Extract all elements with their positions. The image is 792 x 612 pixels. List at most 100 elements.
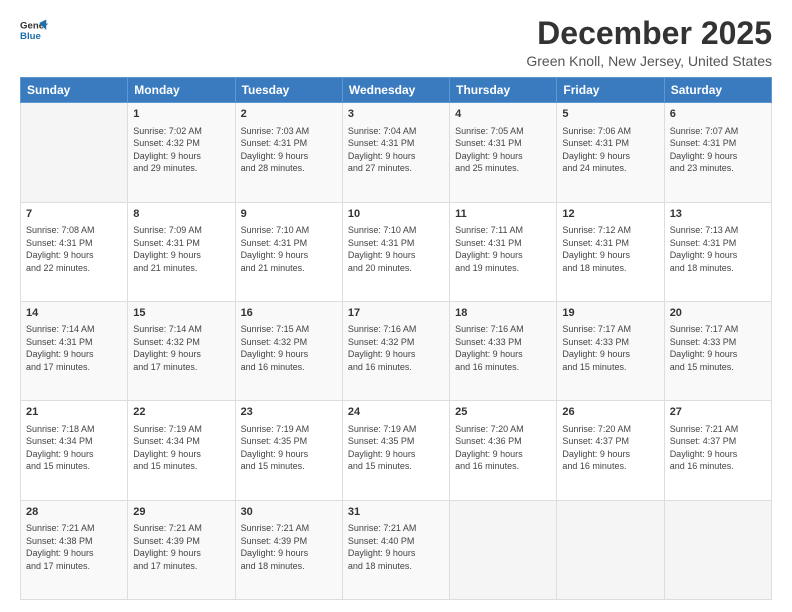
- col-friday: Friday: [557, 78, 664, 103]
- table-row: 19 Sunrise: 7:17 AM Sunset: 4:33 PM Dayli…: [557, 301, 664, 400]
- day-info: Sunrise: 7:11 AM Sunset: 4:31 PM Dayligh…: [455, 224, 551, 274]
- day-info: Sunrise: 7:08 AM Sunset: 4:31 PM Dayligh…: [26, 224, 122, 274]
- day-info: Sunrise: 7:15 AM Sunset: 4:32 PM Dayligh…: [241, 323, 337, 373]
- day-number: 16: [241, 306, 337, 321]
- table-row: 7 Sunrise: 7:08 AM Sunset: 4:31 PM Daylig…: [21, 202, 128, 301]
- day-number: 20: [670, 306, 766, 321]
- day-info: Sunrise: 7:21 AM Sunset: 4:39 PM Dayligh…: [241, 522, 337, 572]
- day-number: 13: [670, 207, 766, 222]
- week-row-1: 7 Sunrise: 7:08 AM Sunset: 4:31 PM Daylig…: [21, 202, 772, 301]
- day-number: 19: [562, 306, 658, 321]
- day-number: 27: [670, 405, 766, 420]
- table-row: 16 Sunrise: 7:15 AM Sunset: 4:32 PM Dayli…: [235, 301, 342, 400]
- day-info: Sunrise: 7:04 AM Sunset: 4:31 PM Dayligh…: [348, 125, 444, 175]
- day-info: Sunrise: 7:21 AM Sunset: 4:38 PM Dayligh…: [26, 522, 122, 572]
- day-info: Sunrise: 7:16 AM Sunset: 4:33 PM Dayligh…: [455, 323, 551, 373]
- day-info: Sunrise: 7:18 AM Sunset: 4:34 PM Dayligh…: [26, 423, 122, 473]
- day-number: 29: [133, 505, 229, 520]
- day-info: Sunrise: 7:21 AM Sunset: 4:37 PM Dayligh…: [670, 423, 766, 473]
- day-number: 26: [562, 405, 658, 420]
- table-row: [21, 103, 128, 202]
- day-info: Sunrise: 7:21 AM Sunset: 4:39 PM Dayligh…: [133, 522, 229, 572]
- title-block: December 2025 Green Knoll, New Jersey, U…: [526, 16, 772, 69]
- day-number: 3: [348, 107, 444, 122]
- day-number: 24: [348, 405, 444, 420]
- week-row-2: 14Sunrise: 7:14 AM Sunset: 4:31 PM Dayli…: [21, 301, 772, 400]
- table-row: 10 Sunrise: 7:10 AM Sunset: 4:31 PM Dayli…: [342, 202, 449, 301]
- day-number: 5: [562, 107, 658, 122]
- table-row: 6 Sunrise: 7:07 AM Sunset: 4:31 PM Daylig…: [664, 103, 771, 202]
- day-info: Sunrise: 7:03 AM Sunset: 4:31 PM Dayligh…: [241, 125, 337, 175]
- table-row: 23Sunrise: 7:19 AM Sunset: 4:35 PM Dayli…: [235, 401, 342, 500]
- table-row: 4 Sunrise: 7:05 AM Sunset: 4:31 PM Daylig…: [450, 103, 557, 202]
- day-number: 15: [133, 306, 229, 321]
- logo: General Blue: [20, 16, 48, 44]
- table-row: 17 Sunrise: 7:16 AM Sunset: 4:32 PM Dayli…: [342, 301, 449, 400]
- day-number: 25: [455, 405, 551, 420]
- day-number: 30: [241, 505, 337, 520]
- day-info: Sunrise: 7:16 AM Sunset: 4:32 PM Dayligh…: [348, 323, 444, 373]
- day-number: 31: [348, 505, 444, 520]
- table-row: 5Sunrise: 7:06 AM Sunset: 4:31 PM Daylig…: [557, 103, 664, 202]
- day-number: 7: [26, 207, 122, 222]
- day-info: Sunrise: 7:12 AM Sunset: 4:31 PM Dayligh…: [562, 224, 658, 274]
- day-info: Sunrise: 7:20 AM Sunset: 4:36 PM Dayligh…: [455, 423, 551, 473]
- table-row: 9Sunrise: 7:10 AM Sunset: 4:31 PM Daylig…: [235, 202, 342, 301]
- table-row: 29 Sunrise: 7:21 AM Sunset: 4:39 PM Dayli…: [128, 500, 235, 599]
- table-row: 2 Sunrise: 7:03 AM Sunset: 4:31 PM Daylig…: [235, 103, 342, 202]
- day-number: 4: [455, 107, 551, 122]
- week-row-3: 21 Sunrise: 7:18 AM Sunset: 4:34 PM Dayli…: [21, 401, 772, 500]
- table-row: [450, 500, 557, 599]
- page: General Blue December 2025 Green Knoll, …: [0, 0, 792, 612]
- logo-icon: General Blue: [20, 16, 48, 44]
- table-row: 8 Sunrise: 7:09 AM Sunset: 4:31 PM Daylig…: [128, 202, 235, 301]
- table-row: [664, 500, 771, 599]
- table-row: 1 Sunrise: 7:02 AM Sunset: 4:32 PM Daylig…: [128, 103, 235, 202]
- day-number: 12: [562, 207, 658, 222]
- table-row: 26 Sunrise: 7:20 AM Sunset: 4:37 PM Dayli…: [557, 401, 664, 500]
- day-info: Sunrise: 7:17 AM Sunset: 4:33 PM Dayligh…: [562, 323, 658, 373]
- col-monday: Monday: [128, 78, 235, 103]
- day-info: Sunrise: 7:19 AM Sunset: 4:34 PM Dayligh…: [133, 423, 229, 473]
- day-info: Sunrise: 7:10 AM Sunset: 4:31 PM Dayligh…: [348, 224, 444, 274]
- table-row: 24 Sunrise: 7:19 AM Sunset: 4:35 PM Dayli…: [342, 401, 449, 500]
- day-info: Sunrise: 7:05 AM Sunset: 4:31 PM Dayligh…: [455, 125, 551, 175]
- table-row: 18 Sunrise: 7:16 AM Sunset: 4:33 PM Dayli…: [450, 301, 557, 400]
- table-row: 31Sunrise: 7:21 AM Sunset: 4:40 PM Dayli…: [342, 500, 449, 599]
- table-row: [557, 500, 664, 599]
- calendar-table: Sunday Monday Tuesday Wednesday Thursday…: [20, 77, 772, 600]
- day-number: 9: [241, 207, 337, 222]
- svg-text:Blue: Blue: [20, 31, 41, 42]
- day-number: 22: [133, 405, 229, 420]
- day-info: Sunrise: 7:14 AM Sunset: 4:31 PM Dayligh…: [26, 323, 122, 373]
- table-row: 28Sunrise: 7:21 AM Sunset: 4:38 PM Dayli…: [21, 500, 128, 599]
- day-number: 21: [26, 405, 122, 420]
- day-number: 18: [455, 306, 551, 321]
- day-number: 8: [133, 207, 229, 222]
- day-info: Sunrise: 7:02 AM Sunset: 4:32 PM Dayligh…: [133, 125, 229, 175]
- day-number: 10: [348, 207, 444, 222]
- day-number: 17: [348, 306, 444, 321]
- table-row: 22 Sunrise: 7:19 AM Sunset: 4:34 PM Dayli…: [128, 401, 235, 500]
- header-row: Sunday Monday Tuesday Wednesday Thursday…: [21, 78, 772, 103]
- table-row: 27 Sunrise: 7:21 AM Sunset: 4:37 PM Dayli…: [664, 401, 771, 500]
- header: General Blue December 2025 Green Knoll, …: [20, 16, 772, 69]
- table-row: 15 Sunrise: 7:14 AM Sunset: 4:32 PM Dayli…: [128, 301, 235, 400]
- table-row: 13Sunrise: 7:13 AM Sunset: 4:31 PM Dayli…: [664, 202, 771, 301]
- day-number: 1: [133, 107, 229, 122]
- day-info: Sunrise: 7:19 AM Sunset: 4:35 PM Dayligh…: [348, 423, 444, 473]
- table-row: 14Sunrise: 7:14 AM Sunset: 4:31 PM Dayli…: [21, 301, 128, 400]
- calendar-subtitle: Green Knoll, New Jersey, United States: [526, 53, 772, 69]
- table-row: 25 Sunrise: 7:20 AM Sunset: 4:36 PM Dayli…: [450, 401, 557, 500]
- week-row-4: 28Sunrise: 7:21 AM Sunset: 4:38 PM Dayli…: [21, 500, 772, 599]
- day-number: 11: [455, 207, 551, 222]
- day-number: 2: [241, 107, 337, 122]
- day-info: Sunrise: 7:09 AM Sunset: 4:31 PM Dayligh…: [133, 224, 229, 274]
- calendar-title: December 2025: [526, 16, 772, 51]
- col-tuesday: Tuesday: [235, 78, 342, 103]
- day-number: 6: [670, 107, 766, 122]
- day-info: Sunrise: 7:07 AM Sunset: 4:31 PM Dayligh…: [670, 125, 766, 175]
- day-info: Sunrise: 7:20 AM Sunset: 4:37 PM Dayligh…: [562, 423, 658, 473]
- table-row: 12 Sunrise: 7:12 AM Sunset: 4:31 PM Dayli…: [557, 202, 664, 301]
- day-info: Sunrise: 7:14 AM Sunset: 4:32 PM Dayligh…: [133, 323, 229, 373]
